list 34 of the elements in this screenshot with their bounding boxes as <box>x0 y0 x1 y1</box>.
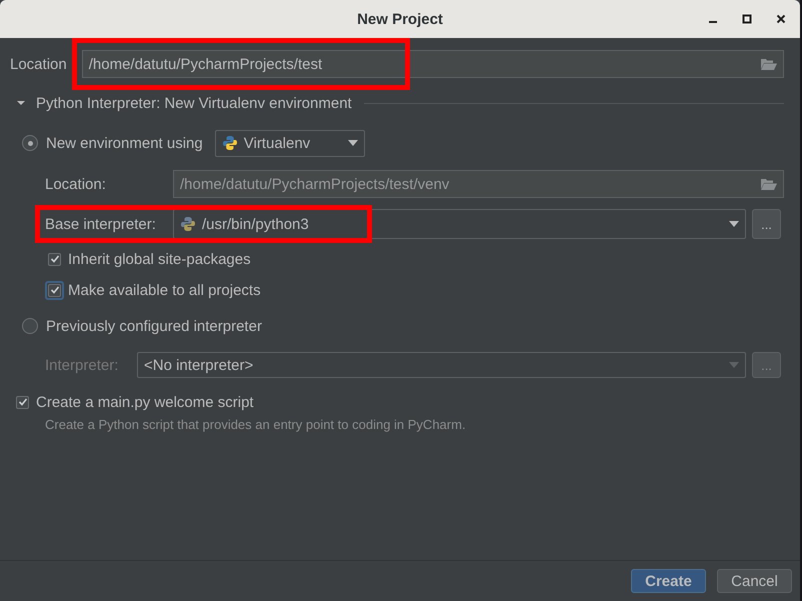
location-label: Location <box>10 56 67 72</box>
radio-button[interactable] <box>22 135 38 151</box>
existing-interpreter-label: Previously configured interpreter <box>46 318 262 334</box>
close-icon[interactable] <box>776 14 786 24</box>
checkbox[interactable] <box>48 284 61 296</box>
python-icon <box>180 216 196 232</box>
dropdown-arrow-icon <box>729 362 739 368</box>
venv-location-label: Location: <box>45 176 107 192</box>
environment-dropdown[interactable]: Virtualenv <box>214 130 365 156</box>
checkbox[interactable] <box>16 396 29 408</box>
welcome-script-description: Create a Python script that provides an entry point to coding in PyCharm. <box>44 417 467 432</box>
interpreter-label: Interpreter: <box>45 356 120 374</box>
browse-button[interactable]: ... <box>752 209 781 239</box>
section-title: Python Interpreter: New Virtualenv environment <box>36 94 352 112</box>
venv-location-field[interactable]: /home/datutu/PycharmProjects/test/venv <box>173 170 784 198</box>
create-button[interactable]: Create <box>631 569 706 593</box>
radio-button[interactable] <box>22 318 38 334</box>
option-label: Inherit global site-packages <box>68 250 251 268</box>
dropdown-arrow-icon <box>348 140 358 146</box>
window-title: New Project <box>357 10 443 28</box>
welcome-script-label: Create a main.py welcome script <box>36 394 254 410</box>
checkbox[interactable] <box>48 252 61 266</box>
base-interpreter-dropdown[interactable]: /usr/bin/python3 <box>173 209 746 239</box>
option-label: Make available to all projects <box>68 282 261 298</box>
base-interpreter-label: Base interpreter: <box>45 216 157 232</box>
cancel-button[interactable]: Cancel <box>717 569 792 593</box>
python-icon <box>222 135 238 151</box>
folder-icon[interactable] <box>761 58 777 70</box>
location-field[interactable]: /home/datutu/PycharmProjects/test <box>82 50 784 78</box>
folder-icon[interactable] <box>761 178 777 190</box>
maximize-icon[interactable] <box>742 14 752 24</box>
new-environment-label: New environment using <box>46 134 203 152</box>
dropdown-arrow-icon <box>729 221 739 227</box>
caret-icon[interactable] <box>16 98 26 108</box>
